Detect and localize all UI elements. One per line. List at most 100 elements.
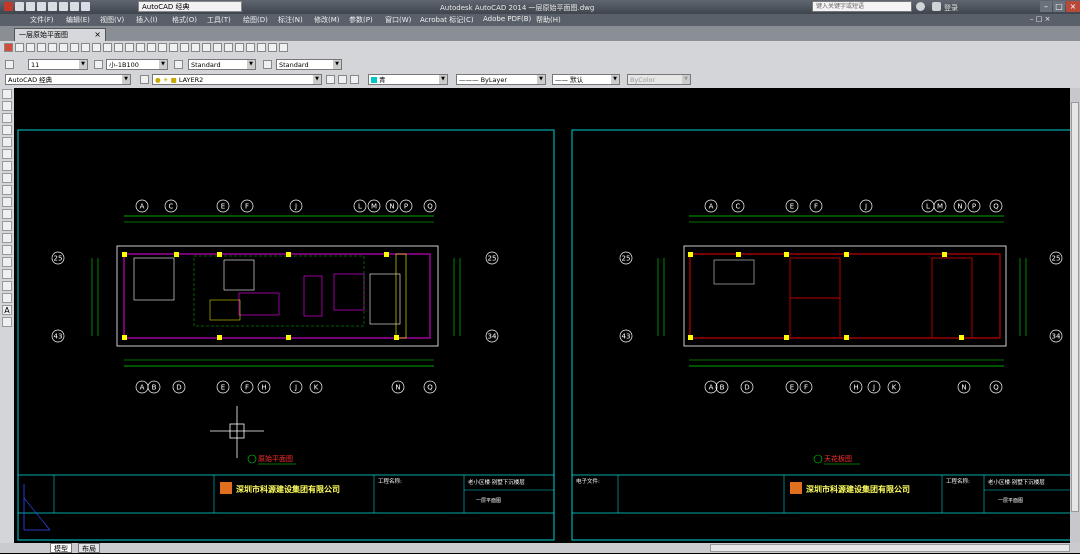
quickcalc-icon[interactable] [268,43,277,52]
construction-line-icon[interactable] [2,101,12,111]
markup-icon[interactable] [257,43,266,52]
point-icon[interactable] [2,245,12,255]
insert-block-icon[interactable] [2,221,12,231]
table-icon[interactable] [2,293,12,303]
search-icon[interactable] [916,2,925,11]
tab-layout[interactable]: 布局 [78,543,100,553]
maximize-button[interactable]: □ [1053,1,1065,12]
text-style-manager-icon[interactable] [174,60,183,69]
3d-print-icon[interactable] [81,43,90,52]
text-style-icon[interactable] [5,60,14,69]
menu-draw[interactable]: 绘图(D) [243,15,268,25]
open-icon[interactable] [26,2,35,11]
minimize-button[interactable]: – [1040,1,1052,12]
redo-icon[interactable] [81,2,90,11]
document-tab[interactable]: 一层原始平面图 × [14,28,106,41]
save-as-icon[interactable] [48,2,57,11]
menu-view[interactable]: 视图(V) [100,15,124,25]
gradient-icon[interactable] [2,269,12,279]
undo-tb-icon[interactable] [147,43,156,52]
help-icon[interactable] [279,43,288,52]
copy-icon[interactable] [103,43,112,52]
design-center-icon[interactable] [224,43,233,52]
open-file-icon[interactable] [26,43,35,52]
menu-parametric[interactable]: 参数(P) [349,15,373,25]
menu-tools[interactable]: 工具(T) [207,15,231,25]
line-icon[interactable] [2,89,12,99]
menu-format[interactable]: 格式(O) [172,15,197,25]
layer-select[interactable]: ● ☀ ■ LAYER2 ▼ [152,74,322,85]
layer-state-icon[interactable] [350,75,359,84]
rectangle-icon[interactable] [2,137,12,147]
pan-icon[interactable] [169,43,178,52]
dim-style-select[interactable]: Standard ▼ [276,59,342,70]
menu-file[interactable]: 文件(F) [30,15,54,25]
make-current-icon[interactable] [326,75,335,84]
menu-dimension[interactable]: 标注(N) [278,15,303,25]
user-icon[interactable] [932,2,941,11]
menu-edit[interactable]: 编辑(E) [66,15,90,25]
text-style-select[interactable]: Standard ▼ [188,59,256,70]
ellipse-icon[interactable] [2,197,12,207]
drawing-canvas[interactable]: ACEFJLMNPQABDEFHJKNQACEFJLMNPQABDEFHJKNQ… [14,88,1073,543]
match-properties-icon[interactable] [125,43,134,52]
layer-properties-icon[interactable] [140,75,149,84]
horizontal-scrollbar[interactable] [710,544,1070,552]
circle-icon[interactable] [2,161,12,171]
menu-adobe-pdf[interactable]: Adobe PDF(B) [483,15,531,23]
paste-icon[interactable] [114,43,123,52]
menu-mdi-controls[interactable]: – □ × [1030,15,1050,23]
zoom-window-icon[interactable] [191,43,200,52]
tool-palettes-icon[interactable] [235,43,244,52]
publish-icon[interactable] [70,43,79,52]
scroll-thumb[interactable] [1071,102,1079,512]
undo-icon[interactable] [70,2,79,11]
add-selected-icon[interactable] [2,317,12,327]
new-file-icon[interactable] [4,43,13,52]
mtext-icon[interactable]: A [2,305,12,315]
scale-select[interactable]: 小-1B100 ▼ [106,59,168,70]
qnew-icon[interactable] [15,43,24,52]
vertical-scrollbar[interactable] [1070,88,1080,543]
block-editor-icon[interactable] [136,43,145,52]
layer-previous-icon[interactable] [338,75,347,84]
ellipse-arc-icon[interactable] [2,209,12,219]
menu-window[interactable]: 窗口(W) [385,15,411,25]
plot-icon[interactable] [48,43,57,52]
app-menu-icon[interactable] [4,2,13,11]
zoom-previous-icon[interactable] [202,43,211,52]
plotstyle-select[interactable]: ByColor ▼ [627,74,691,85]
close-tab-icon[interactable]: × [94,29,101,41]
lineweight-select[interactable]: —— 默认 ▼ [552,74,620,85]
annotation-scale-icon[interactable] [94,60,103,69]
linetype-select[interactable]: ——— ByLayer ▼ [456,74,546,85]
properties-icon[interactable] [213,43,222,52]
polyline-icon[interactable] [2,113,12,123]
menu-acrobat[interactable]: Acrobat 标记(C) [420,15,474,25]
sheet-set-icon[interactable] [246,43,255,52]
menu-modify[interactable]: 修改(M) [314,15,340,25]
login-button[interactable]: 登录 [944,3,958,13]
hatch-icon[interactable] [2,257,12,267]
dim-style-icon[interactable] [263,60,272,69]
save-icon[interactable] [37,2,46,11]
color-select[interactable]: 青 ▼ [368,74,448,85]
print-icon[interactable] [59,2,68,11]
tab-model[interactable]: 模型 [50,543,72,553]
search-input[interactable]: 键入关键字或短语 [812,1,912,12]
polygon-icon[interactable] [2,125,12,135]
cut-icon[interactable] [92,43,101,52]
arc-icon[interactable] [2,149,12,159]
close-button[interactable]: × [1066,1,1080,12]
text-height-select[interactable]: 11 ▼ [28,59,88,70]
menu-insert[interactable]: 插入(I) [136,15,158,25]
workspace-select[interactable]: AutoCAD 经典 [138,1,242,12]
region-icon[interactable] [2,281,12,291]
zoom-realtime-icon[interactable] [180,43,189,52]
plot-preview-icon[interactable] [59,43,68,52]
redo-tb-icon[interactable] [158,43,167,52]
revision-cloud-icon[interactable] [2,173,12,183]
workspace-combo[interactable]: AutoCAD 经典 ▼ [5,74,131,85]
menu-help[interactable]: 帮助(H) [536,15,561,25]
spline-icon[interactable] [2,185,12,195]
